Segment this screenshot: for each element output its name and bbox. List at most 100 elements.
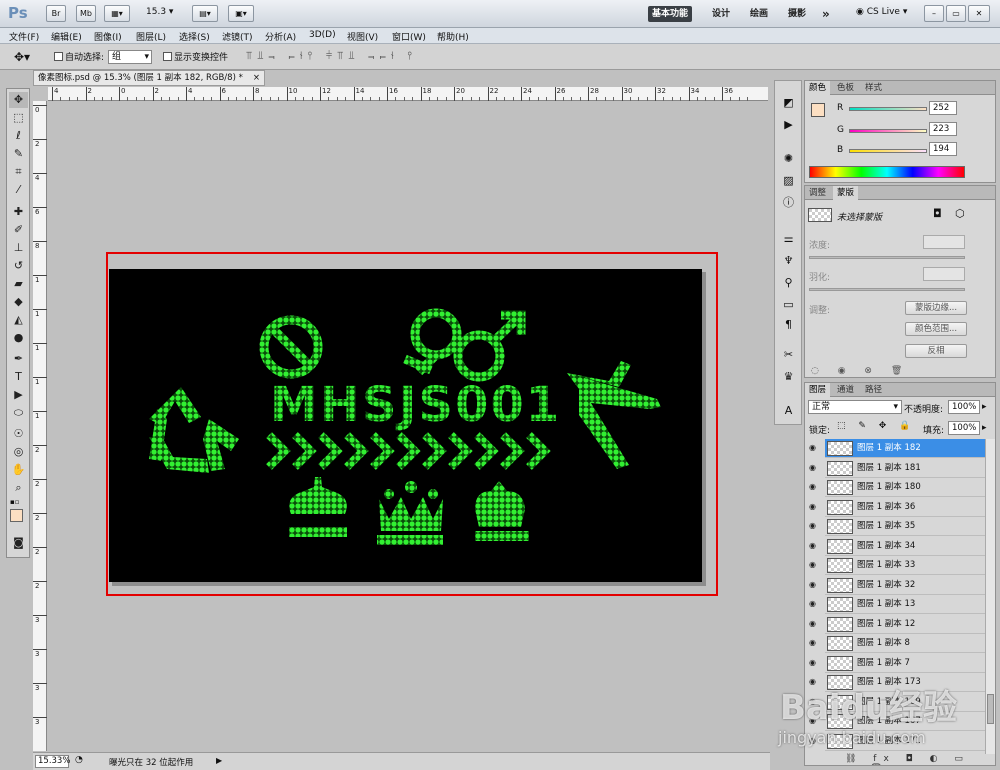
density-slider[interactable] bbox=[809, 256, 965, 259]
paint-bucket-tool-icon[interactable]: ◆ bbox=[9, 294, 28, 310]
eye-icon[interactable]: ◉ bbox=[809, 581, 819, 589]
3d-rotate-tool-icon[interactable]: ☉ bbox=[9, 426, 28, 442]
layer-row[interactable]: ◉ 图层 1 副本 32 bbox=[809, 576, 985, 595]
blur-tool-icon[interactable]: ◭ bbox=[9, 312, 28, 328]
mask-edge-button[interactable]: 蒙版边缘... bbox=[905, 301, 967, 315]
eye-icon[interactable]: ◉ bbox=[809, 483, 819, 491]
history-panel-icon[interactable]: ◩ bbox=[779, 95, 798, 111]
dodge-tool-icon[interactable]: ● bbox=[9, 330, 28, 346]
clone-source-icon[interactable]: ♆ bbox=[779, 253, 798, 269]
eye-icon[interactable]: ◉ bbox=[809, 600, 819, 608]
layer-row[interactable]: ◉ 图层 1 副本 182 bbox=[809, 439, 985, 458]
layers-footer-icons[interactable]: ⛓ fx ◘ ◐ ▭ ▣ 🗑 bbox=[845, 754, 995, 765]
history-brush-tool-icon[interactable]: ↺ bbox=[9, 258, 28, 274]
3d-orbit-tool-icon[interactable]: ◎ bbox=[9, 444, 28, 460]
eye-icon[interactable]: ◉ bbox=[809, 659, 819, 667]
b-slider[interactable] bbox=[849, 149, 927, 153]
histogram-panel-icon[interactable]: ▨ bbox=[779, 173, 798, 189]
align-buttons[interactable]: ⫪⫫⫬ ⫭⫮⫯ ⫩⫪⫫ ⫬⫭⫮ ⫯ bbox=[246, 49, 417, 63]
menu-edit[interactable]: 编辑(E) bbox=[51, 30, 82, 43]
pixel-mask-icon[interactable]: ◘ bbox=[933, 207, 942, 220]
document-tab[interactable]: 像素图标.psd @ 15.3% (图层 1 副本 182, RGB/8) * … bbox=[33, 70, 265, 86]
layer-row[interactable]: ◉ 图层 1 副本 34 bbox=[809, 537, 985, 556]
show-transform-checkbox[interactable] bbox=[163, 52, 172, 61]
layers-scrollbar[interactable] bbox=[985, 439, 995, 754]
menu-select[interactable]: 选择(S) bbox=[179, 30, 210, 43]
g-value[interactable]: 223 bbox=[929, 122, 957, 136]
screen-mode-button[interactable]: ▣▾ bbox=[228, 5, 254, 22]
hand-tool-icon[interactable]: ✋ bbox=[9, 462, 28, 478]
tab-paths[interactable]: 路径 bbox=[861, 383, 886, 397]
move-tool-preset[interactable]: ✥▾ bbox=[14, 50, 30, 64]
color-spectrum[interactable] bbox=[809, 166, 965, 178]
brush-presets-icon[interactable]: ⚌ bbox=[779, 231, 798, 247]
layer-row[interactable]: ◉ 图层 1 副本 35 bbox=[809, 517, 985, 536]
auto-select-dropdown[interactable]: 组 ▾ bbox=[108, 50, 152, 64]
vector-mask-icon[interactable]: ⬡ bbox=[955, 207, 965, 220]
view-extras-button[interactable]: ▦▾ bbox=[104, 5, 130, 22]
brush-tool-icon[interactable]: ✐ bbox=[9, 222, 28, 238]
stamp-tool-icon[interactable]: ⊥ bbox=[9, 240, 28, 256]
eye-icon[interactable]: ◉ bbox=[809, 639, 819, 647]
3d-panel-icon[interactable]: ✺ bbox=[779, 151, 798, 167]
lasso-tool-icon[interactable]: ℓ bbox=[9, 128, 28, 144]
status-zoom[interactable]: 15.33% bbox=[35, 755, 70, 768]
fill-field[interactable]: 100% bbox=[948, 421, 980, 435]
blend-mode-dropdown[interactable]: 正常 ▾ bbox=[808, 400, 902, 414]
tab-styles[interactable]: 样式 bbox=[861, 81, 886, 95]
zoom-level-selector[interactable]: 15.3 ▾ bbox=[146, 7, 173, 17]
minimize-button[interactable]: – bbox=[924, 5, 944, 22]
path-select-tool-icon[interactable]: ▶ bbox=[9, 387, 28, 403]
info-panel-icon[interactable]: ⓘ bbox=[779, 195, 798, 211]
tools-panel-icon[interactable]: ✂ bbox=[779, 347, 798, 363]
bridge-button[interactable]: Br bbox=[46, 5, 66, 22]
move-tool-icon[interactable]: ✥ bbox=[9, 92, 28, 108]
tab-adjustments[interactable]: 调整 bbox=[805, 186, 830, 200]
menu-image[interactable]: 图像(I) bbox=[94, 30, 122, 43]
density-field[interactable] bbox=[923, 235, 965, 249]
layer-row[interactable]: ◉ 图层 1 副本 181 bbox=[809, 459, 985, 478]
r-slider[interactable] bbox=[849, 107, 927, 111]
lock-icons[interactable]: ⬚ ✎ ✥ 🔒 bbox=[837, 421, 915, 431]
canvas[interactable]: MHSJS001 bbox=[109, 269, 702, 582]
paragraph-panel-icon[interactable]: ¶ bbox=[779, 317, 798, 333]
workspace-photography[interactable]: 摄影 bbox=[784, 6, 810, 22]
menu-filter[interactable]: 滤镜(T) bbox=[222, 30, 253, 43]
healing-tool-icon[interactable]: ✚ bbox=[9, 204, 28, 220]
cs-live-button[interactable]: ◉ CS Live ▾ bbox=[856, 7, 907, 17]
invert-button[interactable]: 反相 bbox=[905, 344, 967, 358]
menu-3d[interactable]: 3D(D) bbox=[309, 30, 336, 40]
layer-row[interactable]: ◉ 图层 1 副本 180 bbox=[809, 478, 985, 497]
horizontal-ruler[interactable]: 4 2 0 2 4 6 8 10 12 14 16 18 20 22 24 26 28 30 32 34 36 bbox=[48, 87, 768, 101]
fill-arrow[interactable]: ▸ bbox=[982, 423, 987, 433]
layer-row[interactable]: ◉ 图层 1 副本 36 bbox=[809, 498, 985, 517]
marquee-tool-icon[interactable]: ⬚ bbox=[9, 110, 28, 126]
mini-bridge-button[interactable]: Mb bbox=[76, 5, 96, 22]
eye-icon[interactable]: ◉ bbox=[809, 464, 819, 472]
color-fg-swatch[interactable] bbox=[811, 103, 825, 117]
workspace-painting[interactable]: 绘画 bbox=[746, 6, 772, 22]
layer-row[interactable]: ◉ 图层 1 副本 8 bbox=[809, 634, 985, 653]
layer-comps-icon[interactable]: ♛ bbox=[779, 369, 798, 385]
feather-field[interactable] bbox=[923, 267, 965, 281]
color-range-button[interactable]: 颜色范围... bbox=[905, 322, 967, 336]
tab-layers[interactable]: 图层 bbox=[805, 383, 831, 397]
feather-slider[interactable] bbox=[809, 288, 965, 291]
close-window-button[interactable]: ✕ bbox=[968, 5, 990, 22]
status-menu-arrow[interactable]: ▶ bbox=[216, 756, 222, 765]
tab-swatches[interactable]: 色板 bbox=[833, 81, 858, 95]
eye-icon[interactable]: ◉ bbox=[809, 561, 819, 569]
eye-icon[interactable]: ◉ bbox=[809, 620, 819, 628]
tab-masks[interactable]: 蒙版 bbox=[833, 186, 859, 200]
layer-row[interactable]: ◉ 图层 1 副本 12 bbox=[809, 615, 985, 634]
arrange-documents-button[interactable]: ▤▾ bbox=[192, 5, 218, 22]
status-info-icon[interactable]: ◔ bbox=[75, 755, 83, 765]
tab-channels[interactable]: 通道 bbox=[833, 383, 858, 397]
menu-layer[interactable]: 图层(L) bbox=[136, 30, 166, 43]
notes-icon[interactable]: ▭ bbox=[779, 297, 798, 313]
default-colors-icon[interactable]: ▪▫ bbox=[10, 498, 20, 506]
vertical-ruler[interactable]: 0 2 4 6 8 1 1 1 1 1 2 2 2 2 2 3 3 3 3 bbox=[33, 101, 47, 751]
foreground-color-swatch[interactable] bbox=[10, 509, 23, 522]
g-slider[interactable] bbox=[849, 129, 927, 133]
layer-row[interactable]: ◉ 图层 1 副本 13 bbox=[809, 595, 985, 614]
